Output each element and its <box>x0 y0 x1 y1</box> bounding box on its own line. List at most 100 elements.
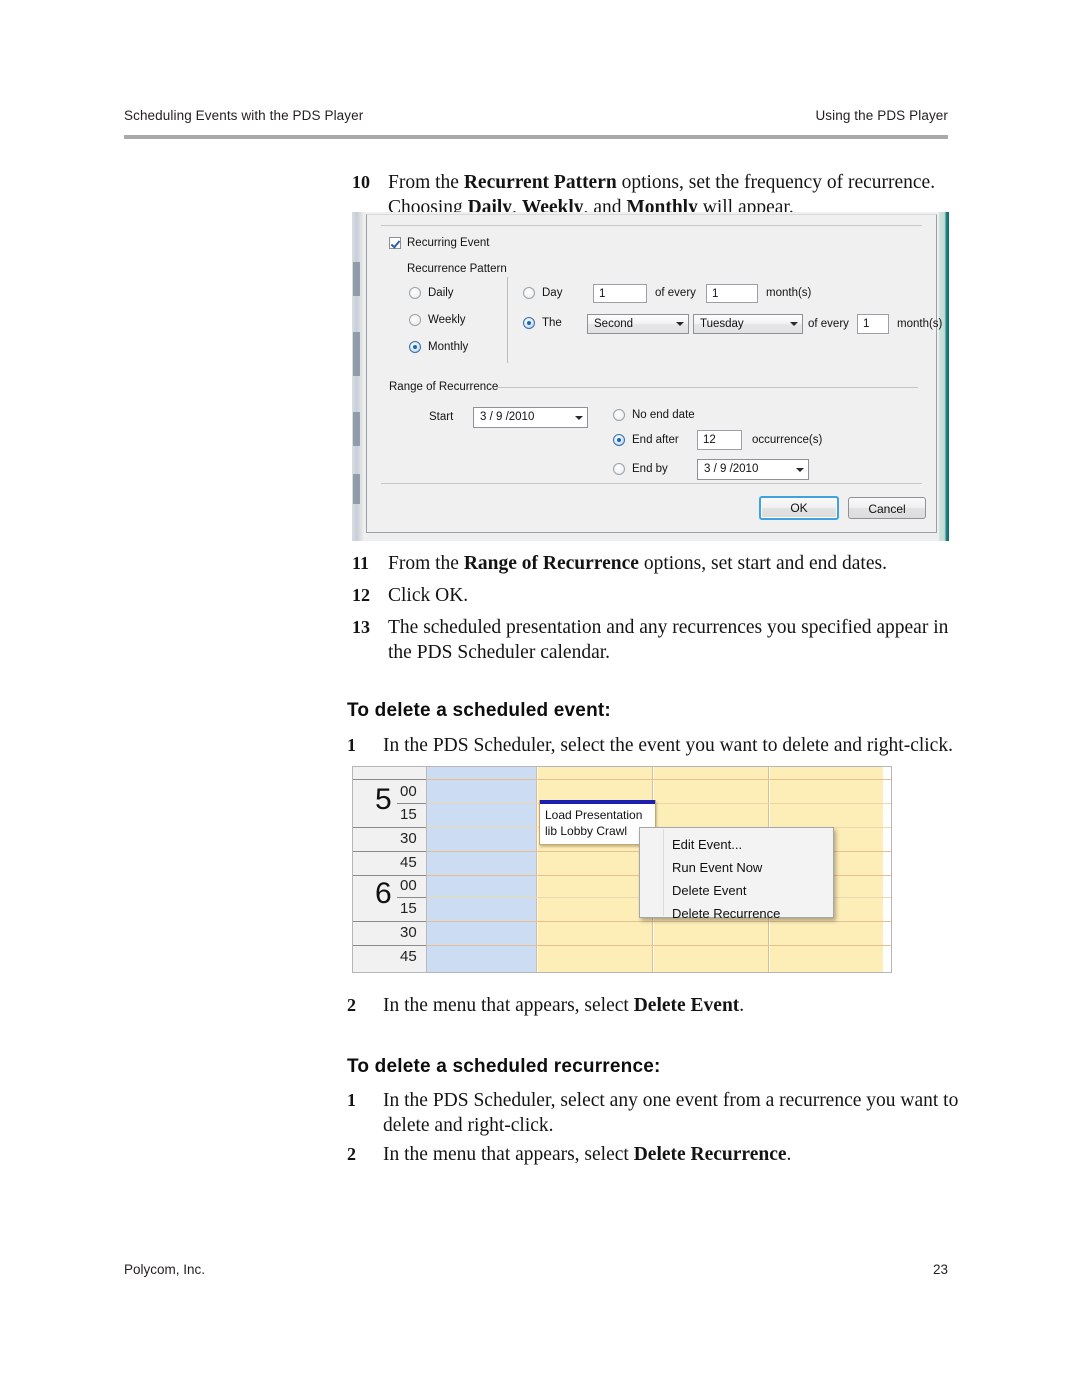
radio-no-end-date[interactable]: No end date <box>613 409 695 421</box>
radio-monthly[interactable]: Monthly <box>409 341 468 353</box>
the-month-interval-input[interactable]: 1 <box>857 314 889 334</box>
radio-weekly[interactable]: Weekly <box>409 314 466 326</box>
gutter-rule <box>353 851 426 852</box>
radio-the-label: The <box>542 317 562 329</box>
calendar-column-event-day[interactable] <box>538 767 653 972</box>
day-month-interval-input[interactable]: 1 <box>706 284 758 303</box>
gutter-rule <box>353 945 426 946</box>
radio-weekly-label: Weekly <box>428 314 466 326</box>
weekday-select[interactable]: Tuesday <box>693 314 803 334</box>
step-number: 13 <box>352 617 370 637</box>
radio-day-of-month[interactable]: Day <box>523 287 562 299</box>
header-right-title: Using the PDS Player <box>815 108 948 123</box>
end-by-date-value: 3 / 9 /2010 <box>704 463 759 475</box>
end-by-date-picker[interactable]: 3 / 9 /2010 <box>697 459 809 480</box>
chevron-down-icon[interactable] <box>676 322 684 326</box>
radio-the-ordinal[interactable]: The <box>523 317 562 329</box>
context-menu-item-delete-event[interactable]: Delete Event <box>672 883 746 898</box>
ordinal-select[interactable]: Second <box>587 314 689 334</box>
context-menu-item-delete-recurrence[interactable]: Delete Recurrence <box>672 906 780 921</box>
radio-daily-icon[interactable] <box>409 287 421 299</box>
footer-page-number: 23 <box>932 1262 948 1277</box>
delete-event-step-2-text: In the menu that appears, select Delete … <box>383 995 745 1016</box>
calendar-hour-5: 5 <box>375 783 392 816</box>
pattern-vertical-divider <box>507 277 508 363</box>
calendar-column-selected[interactable] <box>427 767 537 972</box>
start-date-label: Start <box>429 411 454 423</box>
recurrence-pattern-group-title: Recurrence Pattern <box>407 263 507 275</box>
radio-weekly-icon[interactable] <box>409 314 421 326</box>
radio-end-after-icon-selected[interactable] <box>613 434 625 446</box>
gutter-rule <box>397 803 426 804</box>
delete-event-step-1-text: In the PDS Scheduler, select the event y… <box>383 735 953 756</box>
calendar-minute-5-00: 00 <box>400 783 417 800</box>
ok-button[interactable]: OK <box>759 496 839 520</box>
step-number: 10 <box>352 172 370 192</box>
calendar-context-menu[interactable]: Edit Event... Run Event Now Delete Event… <box>639 827 834 921</box>
event-title: Load Presentation <box>545 808 643 822</box>
recurring-event-checkbox[interactable]: Recurring Event <box>389 237 489 249</box>
chevron-down-icon[interactable] <box>796 467 804 472</box>
range-group-rule <box>497 387 918 388</box>
context-menu-icon-strip <box>641 829 664 916</box>
radio-the-icon-selected[interactable] <box>523 317 535 329</box>
radio-end-by-label: End by <box>632 463 668 475</box>
day-number-input[interactable]: 1 <box>593 284 647 303</box>
delete-recurrence-step-2-text: In the menu that appears, select Delete … <box>383 1144 792 1165</box>
step-number: 12 <box>352 585 370 605</box>
context-menu-item-run-event-now[interactable]: Run Event Now <box>672 860 762 875</box>
window-left-edge-strip <box>352 212 364 541</box>
step-number: 1 <box>347 735 356 755</box>
end-after-unit-label: occurrence(s) <box>752 434 823 446</box>
step-number: 1 <box>347 1090 356 1110</box>
calendar-row-rule <box>427 779 891 780</box>
chevron-down-icon[interactable] <box>575 415 583 420</box>
radio-end-by-icon[interactable] <box>613 463 625 475</box>
recurrence-dialog-screenshot: Recurring Event Recurrence Pattern Daily… <box>352 212 949 541</box>
radio-monthly-icon-selected[interactable] <box>409 341 421 353</box>
radio-daily[interactable]: Daily <box>409 287 454 299</box>
day-unit-label: month(s) <box>766 287 812 299</box>
checkbox-checked-icon[interactable] <box>389 237 401 249</box>
footer-company: Polycom, Inc. <box>124 1262 206 1277</box>
radio-no-end-date-icon[interactable] <box>613 409 625 421</box>
radio-no-end-date-label: No end date <box>632 409 695 421</box>
step-11-text: From the Range of Recurrence options, se… <box>388 553 887 574</box>
header-left-title: Scheduling Events with the PDS Player <box>124 108 364 123</box>
gutter-rule <box>353 875 426 876</box>
calendar-hour-6: 6 <box>375 877 392 910</box>
start-date-picker[interactable]: 3 / 9 /2010 <box>473 407 588 428</box>
step-10-frag-0: From the <box>388 172 464 193</box>
step-12-text: Click OK. <box>388 585 469 606</box>
radio-day-icon[interactable] <box>523 287 535 299</box>
delete-event-step-2: 2 In the menu that appears, select Delet… <box>347 993 962 1018</box>
weekday-select-value: Tuesday <box>700 318 744 330</box>
calendar-minute-5-30: 30 <box>400 830 417 847</box>
calendar-row-rule <box>427 921 891 922</box>
radio-day-label: Day <box>542 287 563 299</box>
radio-daily-label: Daily <box>428 287 454 299</box>
start-date-value: 3 / 9 /2010 <box>480 411 535 423</box>
pds-scheduler-calendar-screenshot: 5 00 15 30 45 6 00 15 30 45 Load Present… <box>352 766 892 973</box>
radio-end-by[interactable]: End by <box>613 463 668 475</box>
delete-event-step-1: 1 In the PDS Scheduler, select the event… <box>347 733 962 758</box>
dialog-bottom-rule <box>381 483 922 484</box>
step-10-frag-1: Recurrent Pattern <box>463 172 617 193</box>
calendar-minute-6-00: 00 <box>400 877 417 894</box>
radio-end-after-label: End after <box>632 434 679 446</box>
heading-delete-scheduled-recurrence: To delete a scheduled recurrence: <box>347 1056 661 1077</box>
cancel-button[interactable]: Cancel <box>848 497 926 519</box>
calendar-row-rule <box>427 803 891 804</box>
gutter-rule <box>397 897 426 898</box>
radio-end-after[interactable]: End after <box>613 434 679 446</box>
step-11: 11 From the Range of Recurrence options,… <box>352 551 952 576</box>
delete-recurrence-step-1-text: In the PDS Scheduler, select any one eve… <box>383 1090 959 1136</box>
window-right-edge-strip <box>939 212 949 541</box>
context-menu-item-edit-event[interactable]: Edit Event... <box>672 837 742 852</box>
header-divider-rule <box>124 135 948 139</box>
heading-delete-scheduled-event: To delete a scheduled event: <box>347 700 611 721</box>
end-after-occurrences-input[interactable]: 12 <box>697 430 742 450</box>
step-13-text: The scheduled presentation and any recur… <box>388 617 949 663</box>
calendar-minute-6-30: 30 <box>400 924 417 941</box>
chevron-down-icon[interactable] <box>790 322 798 326</box>
